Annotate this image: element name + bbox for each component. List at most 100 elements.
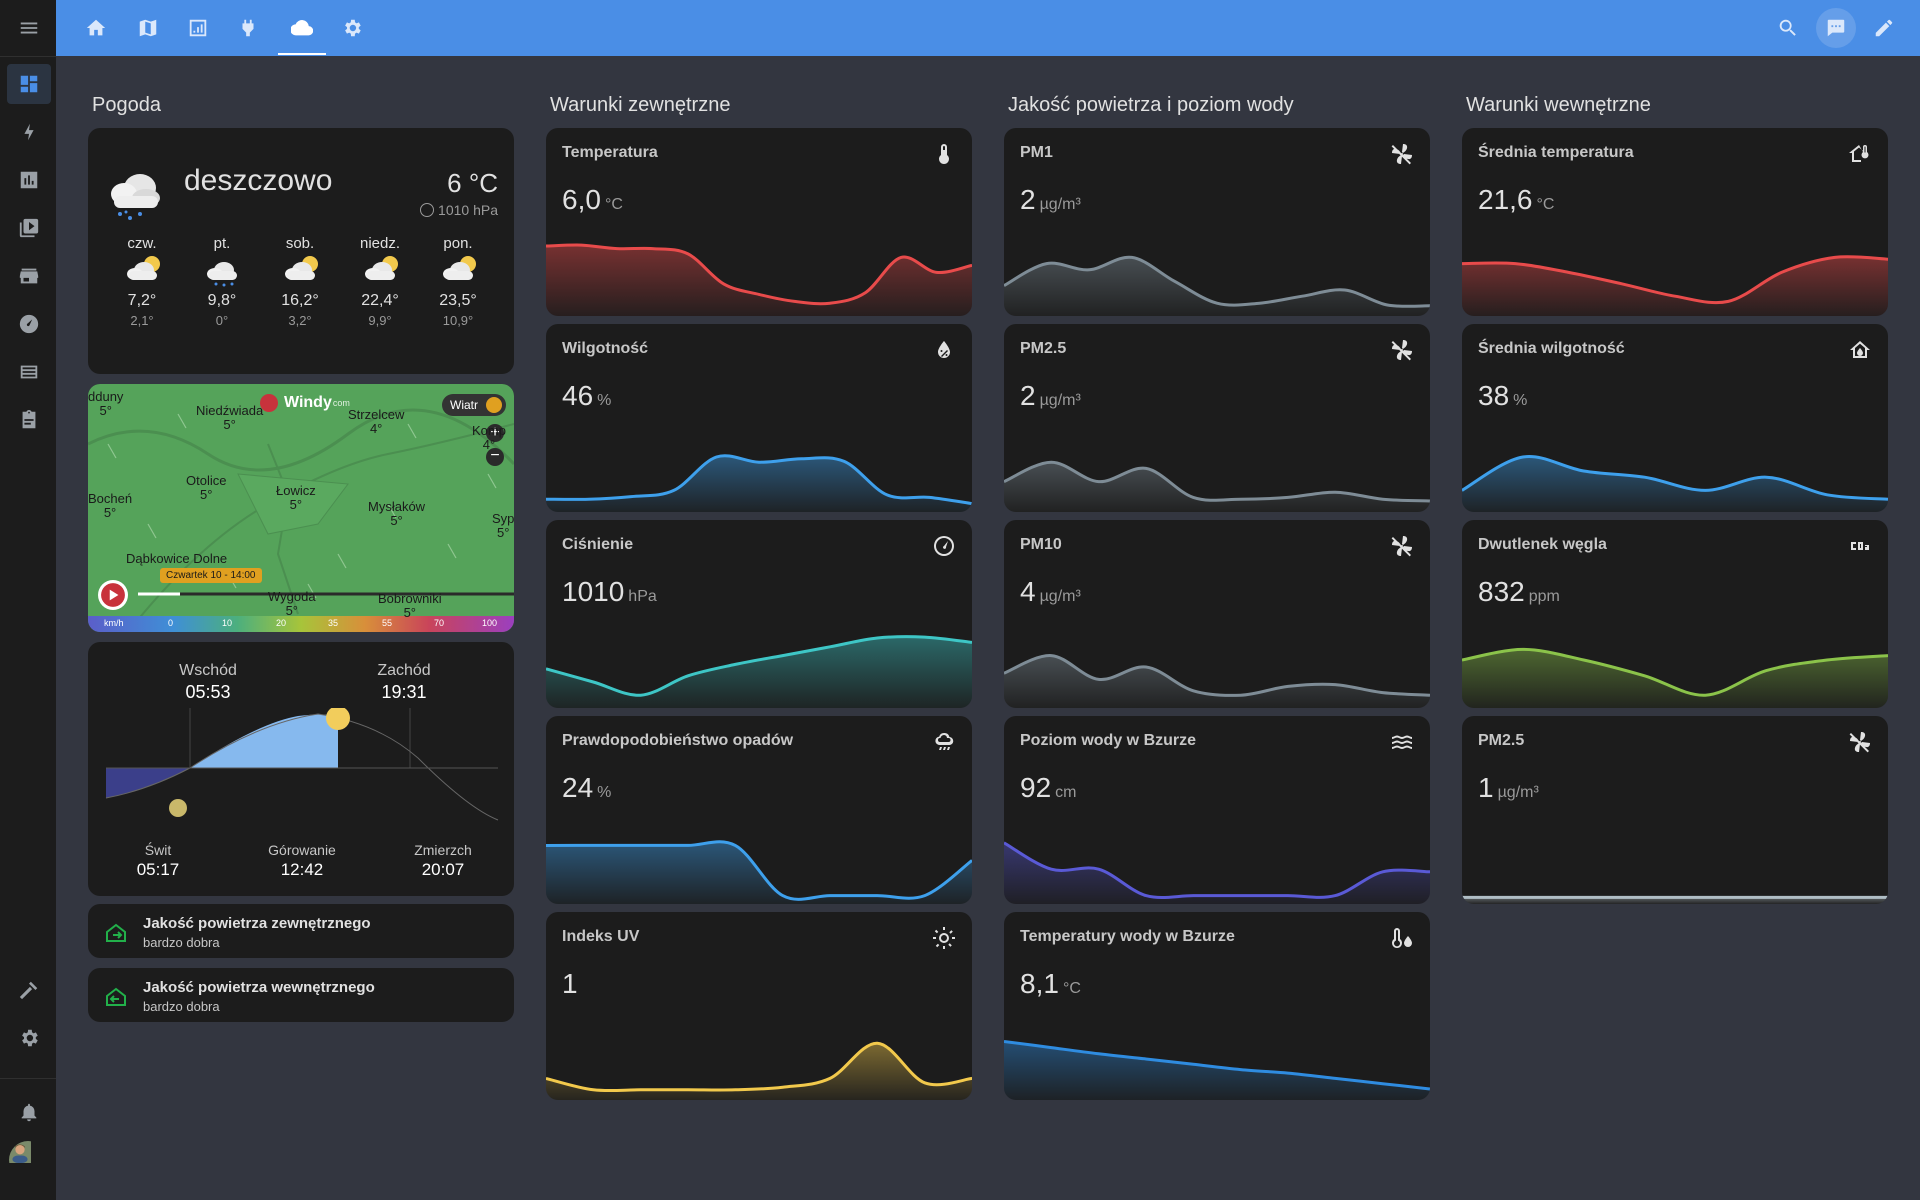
sensor-name: PM2.5 <box>1478 732 1525 749</box>
sensor-card[interactable]: Ciśnienie 1010 hPa <box>546 520 972 708</box>
air-quality-outdoor-card[interactable]: Jakość powietrza zewnętrznego bardzo dob… <box>88 904 514 958</box>
map-place-name: Strzelcew <box>348 407 405 422</box>
sensor-history-graph[interactable] <box>1004 804 1430 904</box>
sensor-name: PM1 <box>1020 144 1053 161</box>
sensor-name: Średnia wilgotność <box>1478 340 1625 357</box>
map-place-name: Niedźwiada <box>196 403 264 418</box>
dashboard-icon[interactable] <box>7 64 51 104</box>
media-icon[interactable] <box>7 208 51 248</box>
bell-icon[interactable] <box>7 1092 51 1132</box>
sensor-history-graph[interactable] <box>1004 1000 1430 1100</box>
map-place-name: Syp <box>492 511 514 526</box>
sensor-value: 4 µg/m³ <box>1020 576 1081 608</box>
edit-icon[interactable] <box>1864 8 1904 48</box>
thermometer-icon <box>932 142 956 166</box>
menu-icon[interactable] <box>7 8 51 48</box>
active-tab-indicator <box>278 53 326 55</box>
air-quality-state: bardzo dobra <box>143 935 220 950</box>
sensor-history-graph[interactable] <box>546 804 972 904</box>
map-place-name: Otolice <box>186 473 227 488</box>
sensor-history-graph[interactable] <box>1462 804 1888 904</box>
sensor-value-number: 46 <box>562 380 594 411</box>
sensor-history-graph[interactable] <box>1004 216 1430 316</box>
sunrise-label: Wschód <box>179 662 237 679</box>
search-icon[interactable] <box>1768 8 1808 48</box>
sensor-value: 24% <box>562 772 611 804</box>
fan-icon <box>1390 338 1414 362</box>
sensor-card[interactable]: PM2.5 2 µg/m³ <box>1004 324 1430 512</box>
rainy-cloud-icon <box>207 262 237 287</box>
sensor-value-number: 1 <box>562 968 578 999</box>
home-icon[interactable] <box>76 8 116 48</box>
sensor-history-graph[interactable] <box>1462 412 1888 512</box>
map-icon[interactable] <box>128 8 168 48</box>
sensor-card[interactable]: Średnia temperatura 21,6 °C <box>1462 128 1888 316</box>
play-button[interactable] <box>98 580 128 610</box>
chart-icon[interactable] <box>178 8 218 48</box>
sensor-card[interactable]: Temperatura 6,0 °C <box>546 128 972 316</box>
sensor-card[interactable]: Prawdopodobieństwo opadów 24% <box>546 716 972 904</box>
sensor-card[interactable]: PM2.5 1 µg/m³ <box>1462 716 1888 904</box>
map-place-label: Syp 5° <box>492 512 514 540</box>
settings-icon[interactable] <box>7 1018 51 1058</box>
chat-icon[interactable] <box>1816 8 1856 48</box>
partly-cloudy-icon <box>365 256 398 280</box>
gear-icon[interactable] <box>332 8 372 48</box>
windy-map-card[interactable]: Windy com Wiatr + − Niedźwiada 5° Strzelce… <box>88 384 514 632</box>
avatar[interactable] <box>9 1141 47 1179</box>
speedometer-icon[interactable] <box>7 304 51 344</box>
layer-label: Wiatr <box>450 398 478 412</box>
dawn-info: Świt 05:17 <box>108 842 208 880</box>
energy-icon[interactable] <box>7 112 51 152</box>
sensor-card[interactable]: Temperatury wody w Bzurze 8,1 °C <box>1004 912 1430 1100</box>
sun-card[interactable]: Wschód 05:53 Zachód 19:31 Świt 05:17 Gór… <box>88 642 514 896</box>
forecast-day: sob. 16,2° 3,2° <box>260 235 340 328</box>
sensor-name: Temperatura <box>562 144 658 161</box>
sensor-history-graph[interactable] <box>1004 412 1430 512</box>
sensor-name: Poziom wody w Bzurze <box>1020 732 1197 749</box>
sensor-history-graph[interactable] <box>546 1000 972 1100</box>
sensor-value-number: 1 <box>1478 772 1494 803</box>
layer-selector[interactable]: Wiatr <box>442 394 506 416</box>
sensor-card[interactable]: Indeks UV 1 <box>546 912 972 1100</box>
legend-unit: km/h <box>104 618 124 628</box>
clipboard-icon[interactable] <box>7 400 51 440</box>
history-icon[interactable] <box>7 160 51 200</box>
sensor-card[interactable]: Wilgotność 46% <box>546 324 972 512</box>
sensor-history-graph[interactable] <box>1462 608 1888 708</box>
sensor-unit: % <box>1513 392 1528 409</box>
weather-forecast-card[interactable]: deszczowo 6 °C 1010 hPa czw. 7,2° 2,1° pt. 9… <box>88 128 514 374</box>
logbook-icon[interactable] <box>7 352 51 392</box>
dawn-label: Świt <box>144 842 172 858</box>
sensor-value-number: 1010 <box>562 576 625 607</box>
sensor-history-graph[interactable] <box>546 412 972 512</box>
sensor-history-graph[interactable] <box>1462 216 1888 316</box>
sensor-name: PM10 <box>1020 536 1062 553</box>
sensor-unit: µg/m³ <box>1039 196 1081 213</box>
air-quality-indoor-card[interactable]: Jakość powietrza wewnętrznego bardzo dob… <box>88 968 514 1022</box>
sensor-history-graph[interactable] <box>546 608 972 708</box>
forecast-high: 9,8° <box>207 292 237 309</box>
sensor-value-number: 92 <box>1020 772 1052 803</box>
sensor-card[interactable]: PM10 4 µg/m³ <box>1004 520 1430 708</box>
sunrise-time: 05:53 <box>185 682 231 702</box>
sensor-card[interactable]: Średnia wilgotność 38% <box>1462 324 1888 512</box>
sensor-value: 1 <box>562 968 578 1000</box>
cloud-icon[interactable] <box>282 8 322 48</box>
sensor-value-number: 8,1 <box>1020 968 1059 999</box>
sidebar-divider <box>0 1078 56 1079</box>
map-place-name: dduny <box>88 389 124 404</box>
map-place-name: Wygoda <box>268 589 316 604</box>
store-icon[interactable] <box>7 256 51 296</box>
sensor-card[interactable]: Poziom wody w Bzurze 92 cm <box>1004 716 1430 904</box>
sensor-card[interactable]: PM1 2 µg/m³ <box>1004 128 1430 316</box>
sensor-unit: °C <box>1536 196 1555 213</box>
map-place-name: Bocheń <box>88 491 133 506</box>
sensor-card[interactable]: Dwutlenek węgla 832 ppm <box>1462 520 1888 708</box>
sensor-history-graph[interactable] <box>1004 608 1430 708</box>
windy-logo[interactable]: Windy com <box>260 394 350 412</box>
sensor-history-graph[interactable] <box>546 216 972 316</box>
forecast-day: czw. 7,2° 2,1° <box>102 235 182 328</box>
plug-icon[interactable] <box>228 8 268 48</box>
hammer-icon[interactable] <box>7 970 51 1010</box>
